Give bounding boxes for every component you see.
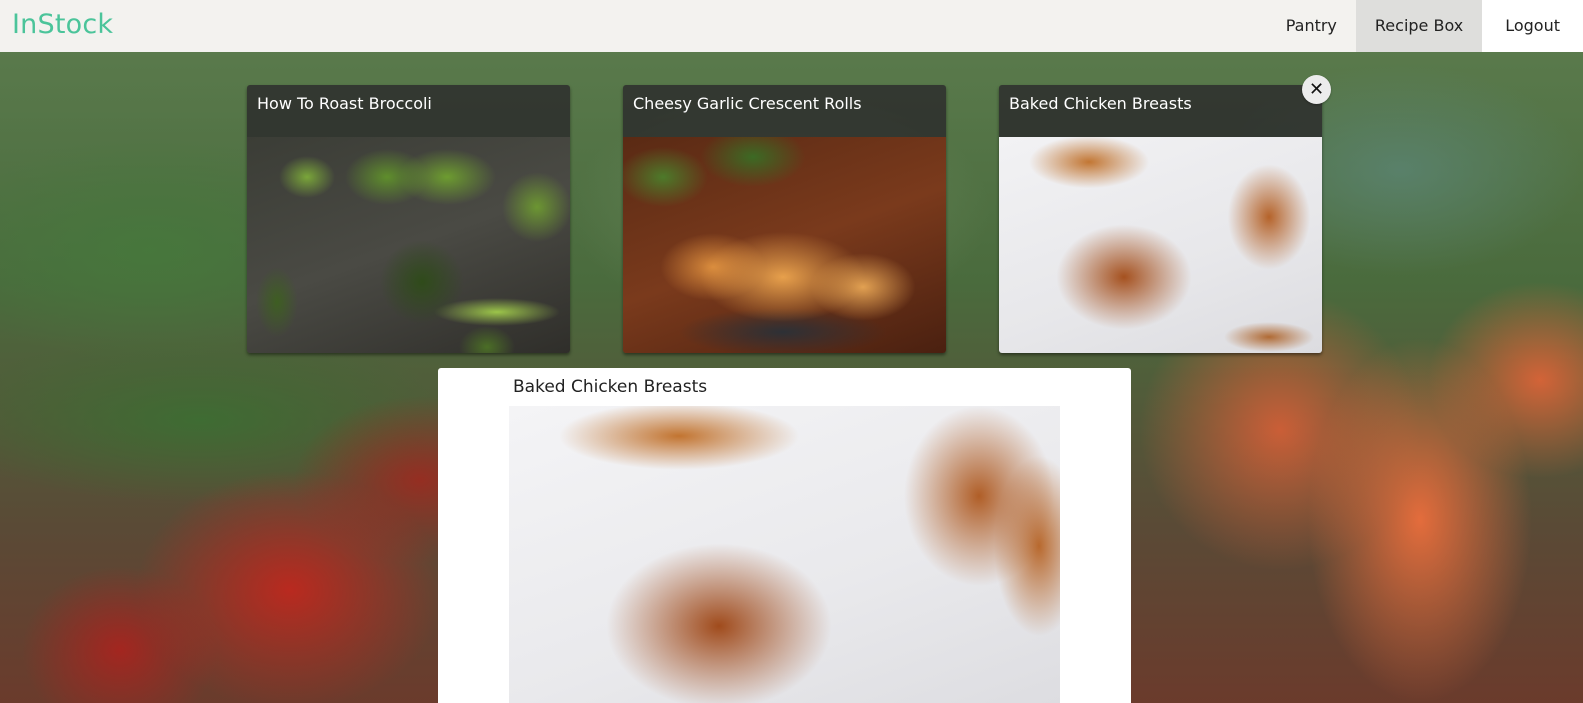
recipe-card[interactable]: Baked Chicken Breasts: [999, 85, 1322, 353]
recipe-card-image[interactable]: [623, 137, 946, 353]
nav-recipe-box[interactable]: Recipe Box: [1355, 0, 1483, 52]
close-icon[interactable]: ✕: [1302, 75, 1331, 104]
recipe-card-title: Cheesy Garlic Crescent Rolls: [623, 85, 946, 137]
recipe-detail-panel: Baked Chicken Breasts: [438, 368, 1131, 703]
nav-pantry[interactable]: Pantry: [1267, 0, 1356, 52]
top-navbar: InStock Pantry Recipe Box Logout: [0, 0, 1583, 52]
nav-menu: Pantry Recipe Box Logout: [1267, 0, 1583, 52]
recipe-card-title: Baked Chicken Breasts: [999, 85, 1322, 137]
recipe-detail-image: [509, 406, 1060, 703]
nav-logout[interactable]: Logout: [1482, 0, 1583, 52]
app-logo[interactable]: InStock: [12, 9, 113, 40]
recipe-card-image[interactable]: [999, 137, 1322, 353]
recipe-card-image[interactable]: [247, 137, 570, 353]
recipe-detail-title: Baked Chicken Breasts: [513, 377, 708, 397]
recipe-card[interactable]: Cheesy Garlic Crescent Rolls: [623, 85, 946, 353]
recipe-card-title: How To Roast Broccoli: [247, 85, 570, 137]
recipe-card[interactable]: How To Roast Broccoli: [247, 85, 570, 353]
